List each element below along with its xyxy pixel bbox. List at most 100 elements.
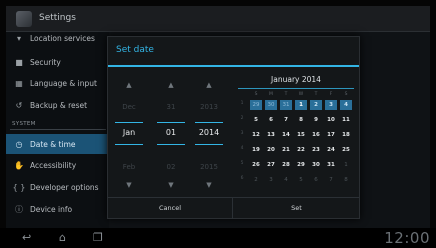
lock-icon: ■ xyxy=(15,57,23,67)
spinner-divider xyxy=(195,144,223,145)
calendar-day[interactable]: 2 xyxy=(310,100,322,110)
day-spinner[interactable]: ▲ 31 01 02 ▼ xyxy=(154,75,188,191)
settings-list: ▾ Location services ■ Security ▦ Languag… xyxy=(6,32,109,228)
day-prev: 31 xyxy=(166,103,176,111)
calendar-day[interactable]: 13 xyxy=(265,130,277,140)
calendar-day[interactable]: 29 xyxy=(250,100,262,110)
sidebar-item-device-info[interactable]: ⓘ Device info xyxy=(6,199,109,219)
calendar-day[interactable]: 6 xyxy=(265,115,277,125)
month-prev: Dec xyxy=(122,103,136,111)
calendar-day[interactable]: 7 xyxy=(325,175,337,185)
calendar-view[interactable]: January 2014 SMTWTFS 1 29 30 31 1 2 3 4 2 5 6 7 8 9 10… xyxy=(236,75,356,199)
calendar-day[interactable]: 23 xyxy=(310,145,322,155)
calendar-day[interactable]: 25 xyxy=(340,145,352,155)
sidebar-item-date-time[interactable]: ◷ Date & time xyxy=(6,134,109,154)
sidebar-item-label: Backup & reset xyxy=(30,100,88,110)
weekday-header: F xyxy=(329,92,333,97)
calendar-day[interactable]: 2 xyxy=(250,175,262,185)
year-value[interactable]: 2014 xyxy=(192,128,226,137)
sidebar-item-developer[interactable]: { } Developer options xyxy=(6,177,109,197)
recent-apps-icon[interactable]: ❐ xyxy=(93,231,103,244)
sidebar-item-security[interactable]: ■ Security xyxy=(6,52,109,72)
week-number: 1 xyxy=(240,101,244,106)
calendar-week-row: 4 19 20 21 22 23 24 25 xyxy=(236,144,356,156)
calendar-day[interactable]: 22 xyxy=(295,145,307,155)
calendar-day[interactable]: 21 xyxy=(280,145,292,155)
spinner-divider xyxy=(195,122,223,123)
calendar-day[interactable]: 8 xyxy=(295,115,307,125)
calendar-day[interactable]: 29 xyxy=(295,160,307,170)
calendar-day[interactable]: 16 xyxy=(310,130,322,140)
home-icon[interactable]: ⌂ xyxy=(59,231,66,244)
calendar-day[interactable]: 6 xyxy=(310,175,322,185)
week-number: 4 xyxy=(240,146,244,151)
spinner-divider xyxy=(157,144,185,145)
back-icon[interactable]: ↩ xyxy=(22,231,31,244)
day-increment-icon[interactable]: ▲ xyxy=(154,81,188,89)
year-increment-icon[interactable]: ▲ xyxy=(192,81,226,89)
week-number: 3 xyxy=(240,131,244,136)
year-decrement-icon[interactable]: ▼ xyxy=(192,181,226,189)
calendar-week-row: 1 29 30 31 1 2 3 4 xyxy=(236,99,356,111)
calendar-day[interactable]: 14 xyxy=(280,130,292,140)
calendar-day[interactable]: 20 xyxy=(265,145,277,155)
year-prev: 2013 xyxy=(200,103,218,111)
calendar-day[interactable]: 10 xyxy=(325,115,337,125)
sidebar-item-backup[interactable]: ↺ Backup & reset xyxy=(6,95,109,115)
sidebar-item-location[interactable]: ▾ Location services xyxy=(6,28,109,48)
calendar-day[interactable]: 18 xyxy=(340,130,352,140)
calendar-day-selected[interactable]: 1 xyxy=(295,100,307,110)
calendar-day[interactable]: 30 xyxy=(310,160,322,170)
month-increment-icon[interactable]: ▲ xyxy=(112,81,146,89)
calendar-day[interactable]: 5 xyxy=(250,115,262,125)
month-decrement-icon[interactable]: ▼ xyxy=(112,181,146,189)
sidebar-item-accessibility[interactable]: ✋ Accessibility xyxy=(6,155,109,175)
weekday-header: M xyxy=(269,92,273,97)
spinner-divider xyxy=(157,122,185,123)
calendar-week-row: 5 26 27 28 29 30 31 1 xyxy=(236,159,356,171)
calendar-day[interactable]: 19 xyxy=(250,145,262,155)
calendar-day[interactable]: 27 xyxy=(265,160,277,170)
month-spinner[interactable]: ▲ Dec Jan Feb ▼ xyxy=(112,75,146,191)
day-decrement-icon[interactable]: ▼ xyxy=(154,181,188,189)
device-frame: Settings ▾ Location services ■ Security … xyxy=(0,0,436,248)
section-divider xyxy=(10,129,106,130)
weekday-header: S xyxy=(254,92,258,97)
calendar-day[interactable]: 31 xyxy=(280,100,292,110)
cancel-button[interactable]: Cancel xyxy=(108,198,233,219)
calendar-day[interactable]: 7 xyxy=(280,115,292,125)
set-button[interactable]: Set xyxy=(234,198,359,219)
keyboard-icon: ▦ xyxy=(15,78,23,88)
month-value[interactable]: Jan xyxy=(112,128,146,137)
calendar-day[interactable]: 3 xyxy=(265,175,277,185)
dialog-button-bar: Cancel Set xyxy=(108,197,359,219)
section-header-system: SYSTEM xyxy=(12,121,36,127)
week-number: 6 xyxy=(240,176,244,181)
calendar-day[interactable]: 11 xyxy=(340,115,352,125)
day-next: 02 xyxy=(166,163,176,171)
year-spinner[interactable]: ▲ 2013 2014 2015 ▼ xyxy=(192,75,226,191)
calendar-day[interactable]: 15 xyxy=(295,130,307,140)
calendar-day[interactable]: 4 xyxy=(280,175,292,185)
calendar-day[interactable]: 26 xyxy=(250,160,262,170)
day-value[interactable]: 01 xyxy=(154,128,188,137)
calendar-day[interactable]: 5 xyxy=(295,175,307,185)
calendar-day[interactable]: 31 xyxy=(325,160,337,170)
restore-icon: ↺ xyxy=(15,100,23,110)
sidebar-item-language[interactable]: ▦ Language & input xyxy=(6,73,109,93)
year-next: 2015 xyxy=(200,163,218,171)
calendar-day[interactable]: 12 xyxy=(250,130,262,140)
calendar-day[interactable]: 8 xyxy=(340,175,352,185)
calendar-day[interactable]: 3 xyxy=(325,100,337,110)
calendar-day[interactable]: 4 xyxy=(340,100,352,110)
calendar-day[interactable]: 9 xyxy=(310,115,322,125)
settings-app-icon[interactable] xyxy=(16,11,32,27)
location-icon: ▾ xyxy=(16,33,21,43)
calendar-day[interactable]: 30 xyxy=(265,100,277,110)
calendar-day[interactable]: 17 xyxy=(325,130,337,140)
calendar-day[interactable]: 24 xyxy=(325,145,337,155)
sidebar-item-label: Language & input xyxy=(30,78,97,88)
calendar-day[interactable]: 1 xyxy=(340,160,352,170)
hand-icon: ✋ xyxy=(14,160,24,170)
calendar-day[interactable]: 28 xyxy=(280,160,292,170)
